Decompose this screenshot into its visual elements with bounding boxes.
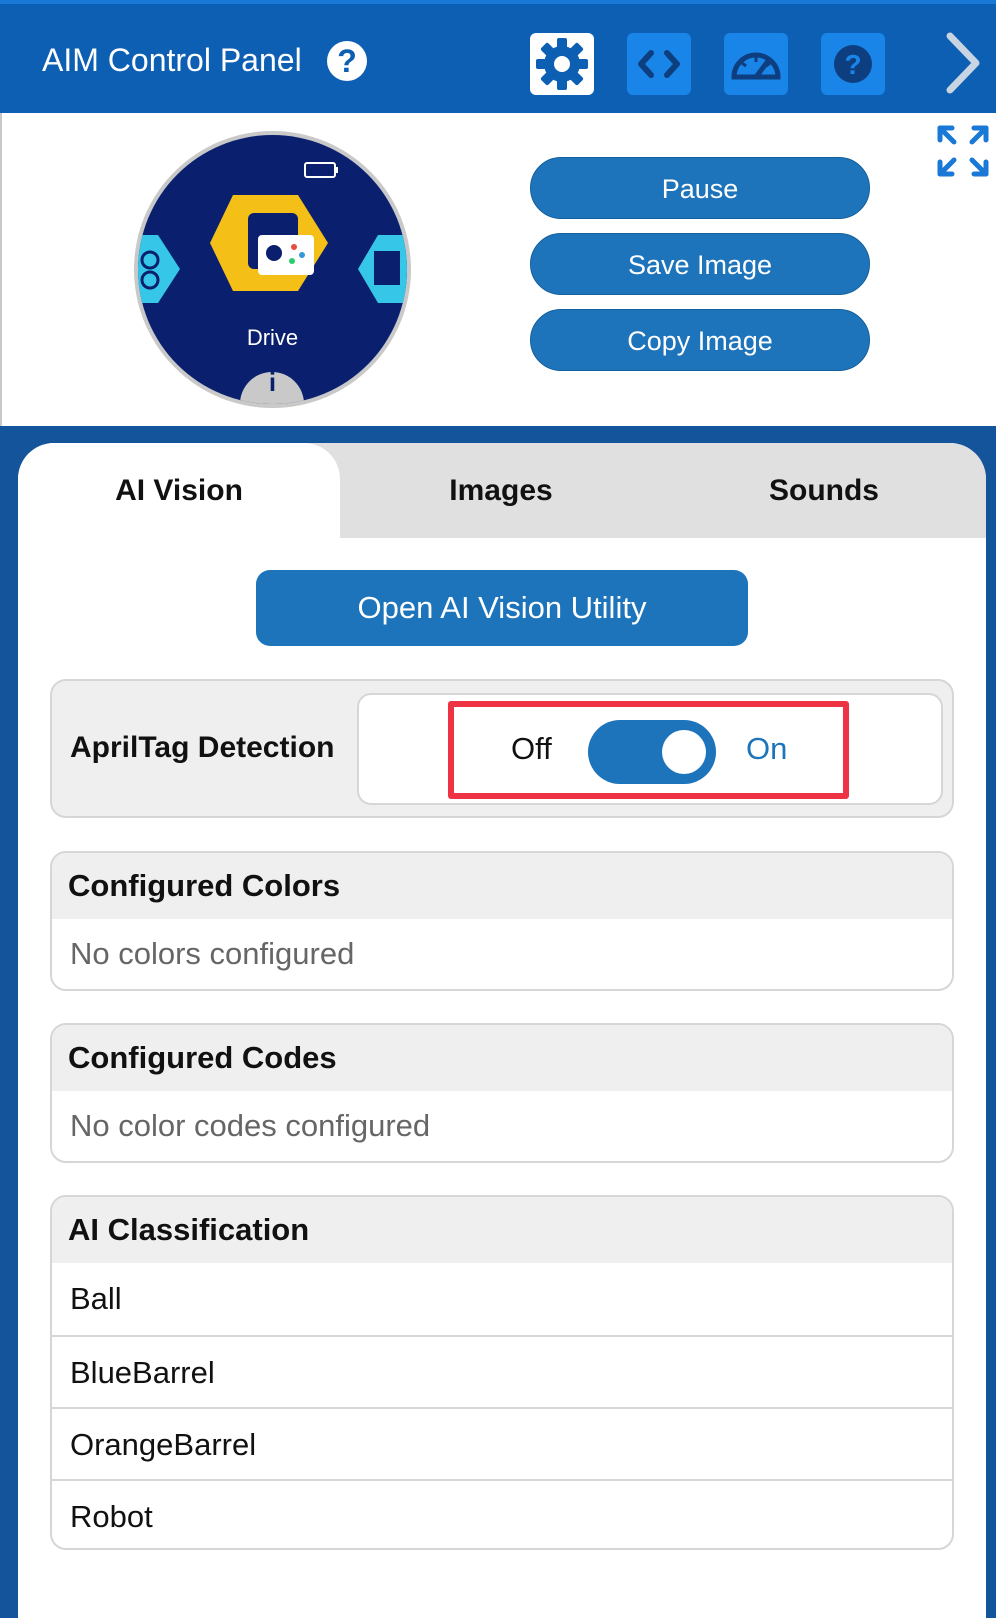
highlight-box	[448, 701, 849, 799]
help-button[interactable]: ?	[821, 33, 885, 95]
tab-images[interactable]: Images	[340, 443, 662, 538]
robot-screen-display: Drive i	[138, 135, 407, 404]
ai-classification-title: AI Classification	[52, 1197, 952, 1263]
chevron-right-icon[interactable]	[944, 30, 984, 96]
configured-colors-empty: No colors configured	[70, 936, 355, 971]
info-icon[interactable]: i	[138, 367, 407, 398]
gear-icon	[536, 38, 588, 90]
robot-screen: Drive i	[134, 131, 411, 408]
ai-classification-section: AI Classification Ball BlueBarrel Orange…	[50, 1195, 954, 1550]
configured-colors-section: Configured Colors No colors configured	[50, 851, 954, 991]
configured-colors-title: Configured Colors	[52, 853, 952, 919]
code-icon	[638, 50, 680, 78]
configured-codes-section: Configured Codes No color codes configur…	[50, 1023, 954, 1163]
configured-codes-empty: No color codes configured	[70, 1108, 431, 1143]
drive-app-icon	[138, 162, 407, 404]
tab-ai-vision[interactable]: AI Vision	[18, 443, 340, 538]
gauge-icon	[731, 52, 781, 80]
question-icon: ?	[834, 45, 872, 83]
settings-button[interactable]	[530, 33, 594, 95]
tab-bar: AI Vision Images Sounds	[18, 443, 986, 538]
help-circle-icon[interactable]: ?	[327, 41, 367, 81]
dashboard-button[interactable]	[724, 33, 788, 95]
app-title: AIM Control Panel	[42, 42, 302, 78]
pause-button[interactable]: Pause	[530, 157, 870, 219]
classification-item: Robot	[52, 1479, 952, 1548]
open-ai-vision-utility-button[interactable]: Open AI Vision Utility	[256, 570, 748, 646]
save-image-button[interactable]: Save Image	[530, 233, 870, 295]
configured-codes-title: Configured Codes	[52, 1025, 952, 1091]
classification-item: Ball	[70, 1281, 122, 1316]
drive-label: Drive	[246, 325, 299, 350]
tab-sounds[interactable]: Sounds	[662, 443, 986, 538]
copy-image-button[interactable]: Copy Image	[530, 309, 870, 371]
header-bar: AIM Control Panel ? ?	[0, 0, 996, 113]
svg-text:?: ?	[844, 49, 861, 80]
code-button[interactable]	[627, 33, 691, 95]
classification-item: BlueBarrel	[52, 1335, 952, 1407]
apriltag-label: AprilTag Detection	[70, 731, 335, 764]
classification-item: OrangeBarrel	[52, 1407, 952, 1479]
expand-icon[interactable]	[936, 124, 990, 178]
